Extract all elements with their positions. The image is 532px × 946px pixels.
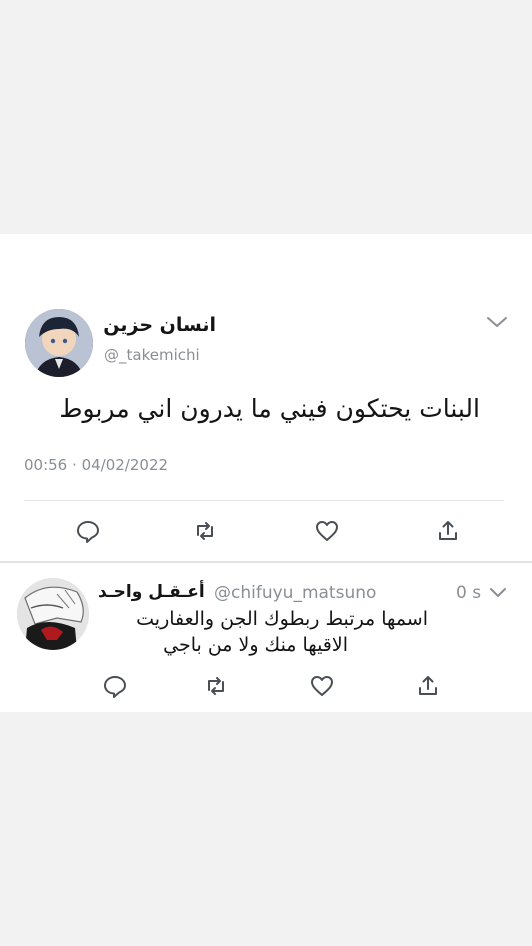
reply-text-line1: اسمها مرتبط ربطوك الجن والعفاريت bbox=[136, 608, 428, 630]
retweet-icon[interactable] bbox=[192, 518, 218, 544]
user-handle[interactable]: @_takemichi bbox=[104, 346, 200, 364]
reply-avatar[interactable] bbox=[17, 578, 89, 650]
retweet-icon[interactable] bbox=[203, 673, 229, 699]
meta-separator: · bbox=[72, 456, 77, 474]
divider bbox=[24, 500, 504, 501]
chevron-down-icon[interactable] bbox=[489, 586, 507, 600]
share-icon[interactable] bbox=[415, 673, 441, 699]
user-avatar[interactable] bbox=[25, 309, 93, 377]
tweet-card: انسان حزين @_takemichi البنات يحتكون فين… bbox=[0, 234, 532, 712]
chevron-down-icon[interactable] bbox=[486, 314, 508, 330]
reply-icon[interactable] bbox=[75, 518, 101, 544]
tweet-time: 00:56 bbox=[24, 456, 68, 474]
tweet-timestamp: 00:56 · 04/02/2022 bbox=[24, 456, 168, 474]
tweet-date: 04/02/2022 bbox=[81, 456, 169, 474]
share-icon[interactable] bbox=[435, 518, 461, 544]
like-icon[interactable] bbox=[314, 518, 340, 544]
reply-user-handle[interactable]: @chifuyu_matsuno bbox=[214, 583, 376, 603]
reply-time: 0 s bbox=[456, 583, 482, 603]
reply-icon[interactable] bbox=[102, 673, 128, 699]
reply-display-name[interactable]: أعـقـل واحـد bbox=[98, 582, 205, 602]
reply-text-line2: الاقيها منك ولا من باجي bbox=[163, 634, 348, 656]
tweet-text: البنات يحتكون فيني ما يدرون اني مربوط bbox=[59, 394, 480, 423]
tweet-separator bbox=[0, 561, 532, 563]
display-name[interactable]: انسان حزين bbox=[103, 314, 216, 336]
like-icon[interactable] bbox=[309, 673, 335, 699]
